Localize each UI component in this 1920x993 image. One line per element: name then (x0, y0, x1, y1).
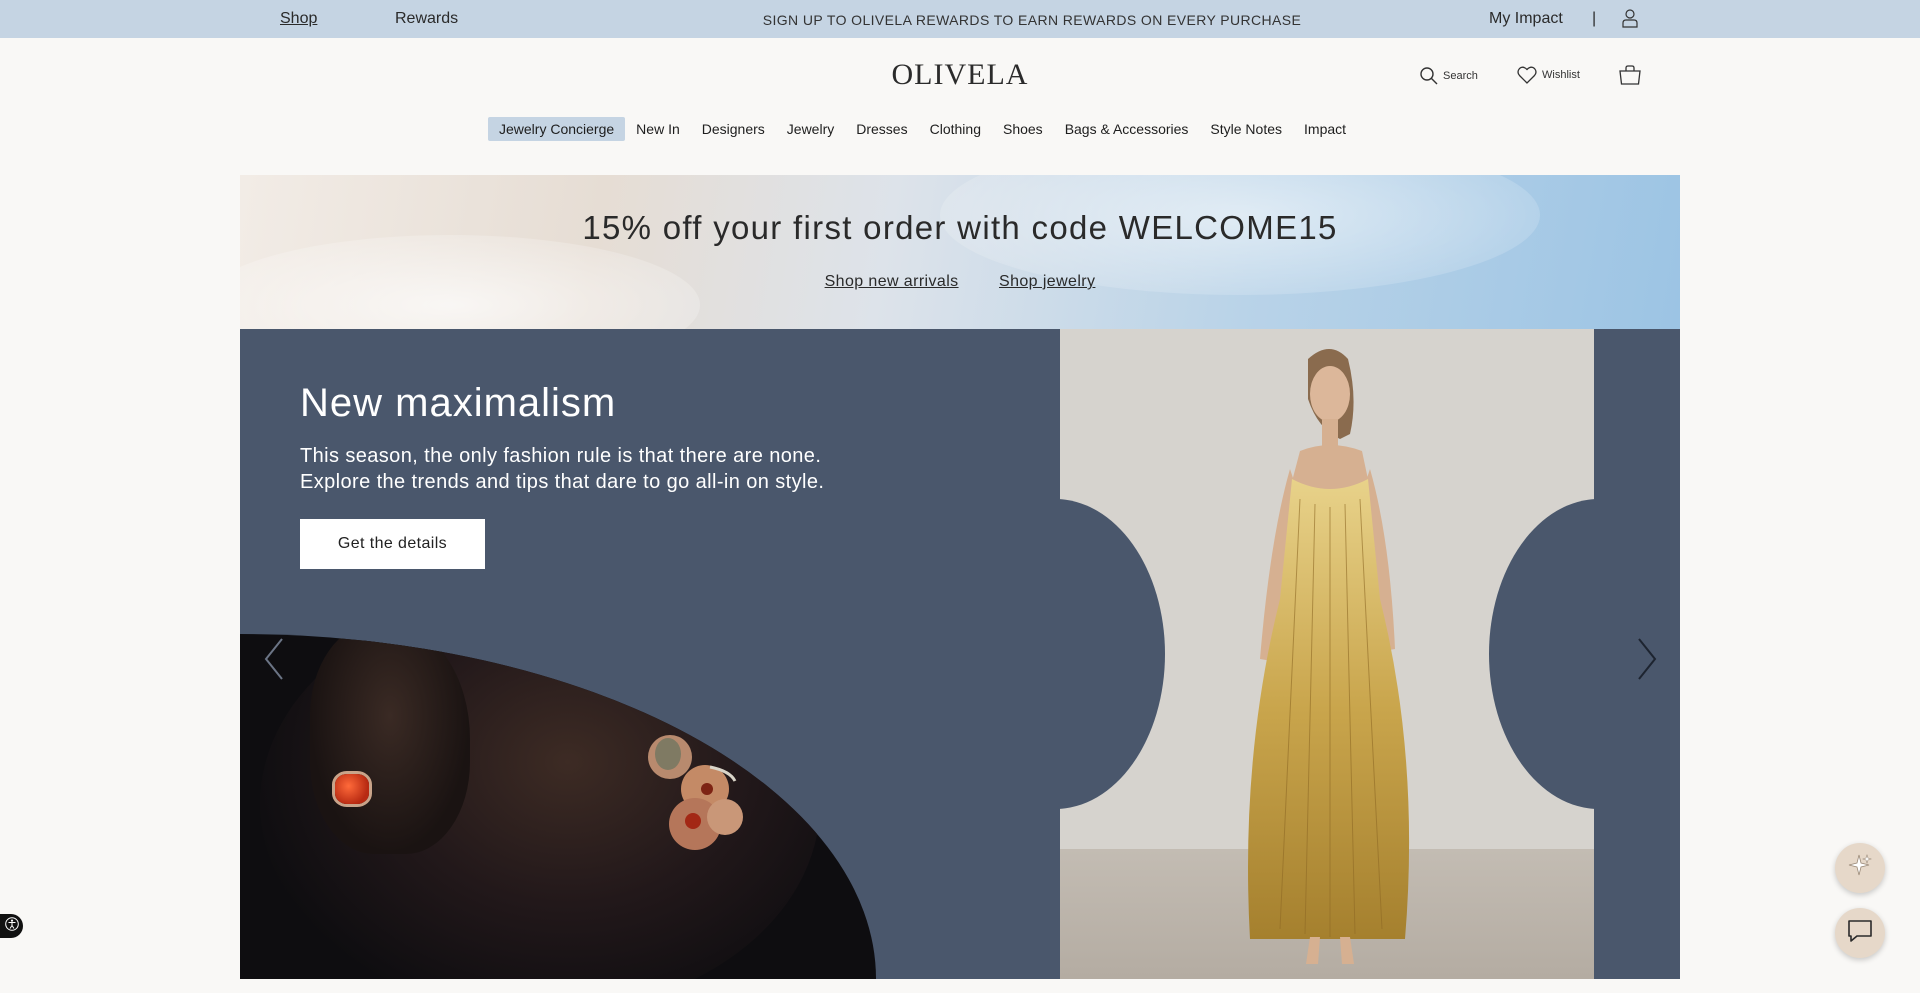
image-model-figure (1248, 349, 1410, 964)
image-earring (648, 735, 743, 850)
hero-subtitle-line: Explore the trends and tips that dare to… (300, 471, 825, 493)
chat-bubble-icon (1846, 918, 1874, 949)
nav-item-jewelry[interactable]: Jewelry (776, 117, 845, 141)
nav-item-jewelry-concierge[interactable]: Jewelry Concierge (488, 117, 626, 141)
accessibility-button[interactable] (0, 914, 23, 938)
image-ring (335, 774, 369, 804)
hero-carousel: New maximalism This season, the only fas… (240, 329, 1680, 979)
shopping-bag-button[interactable] (1618, 65, 1642, 85)
nav-item-designers[interactable]: Designers (691, 117, 776, 141)
search-label: Search (1443, 69, 1478, 82)
nav-item-dresses[interactable]: Dresses (845, 117, 918, 141)
get-the-details-button[interactable]: Get the details (300, 519, 485, 569)
hero-subtitle: This season, the only fashion rule is th… (300, 443, 1000, 495)
hero-subtitle-line: This season, the only fashion rule is th… (300, 445, 822, 467)
dress-model-image (1060, 329, 1594, 979)
nav-item-impact[interactable]: Impact (1293, 117, 1357, 141)
shop-jewelry-link[interactable]: Shop jewelry (999, 273, 1095, 290)
nav-item-clothing[interactable]: Clothing (919, 117, 992, 141)
heart-icon (1517, 66, 1537, 84)
nav-item-shoes[interactable]: Shoes (992, 117, 1054, 141)
utility-bar: Shop Rewards SIGN UP TO OLIVELA REWARDS … (0, 0, 1920, 38)
ai-assistant-button[interactable] (1835, 843, 1885, 893)
wishlist-button[interactable]: Wishlist (1517, 66, 1580, 84)
nav-item-style-notes[interactable]: Style Notes (1199, 117, 1293, 141)
user-icon[interactable] (1621, 8, 1639, 28)
jewelry-model-image (240, 634, 876, 979)
search-icon (1419, 66, 1438, 85)
image-hand (310, 634, 470, 854)
search-button[interactable]: Search (1419, 66, 1478, 85)
promo-links: Shop new arrivals Shop jewelry (240, 273, 1680, 291)
chevron-right-icon[interactable] (1635, 637, 1659, 681)
chat-button[interactable] (1835, 908, 1885, 958)
shopping-bag-icon (1618, 65, 1642, 85)
nav-item-bags-accessories[interactable]: Bags & Accessories (1054, 117, 1200, 141)
shape-cutout (1060, 499, 1165, 809)
my-impact-link[interactable]: My Impact (1489, 10, 1563, 28)
hero-title: New maximalism (300, 381, 617, 425)
main-navigation: Jewelry Concierge New In Designers Jewel… (488, 117, 1357, 141)
accessibility-icon (4, 916, 19, 936)
promo-headline: 15% off your first order with code WELCO… (582, 209, 1338, 246)
shape-cutout (1489, 499, 1594, 809)
nav-item-new-in[interactable]: New In (625, 117, 691, 141)
shop-new-arrivals-link[interactable]: Shop new arrivals (825, 273, 959, 290)
chevron-left-icon[interactable] (262, 637, 286, 681)
promo-banner: 15% off your first order with code WELCO… (240, 175, 1680, 329)
separator: | (1592, 10, 1597, 27)
wishlist-label: Wishlist (1542, 69, 1580, 81)
sparkle-icon (1847, 853, 1873, 884)
